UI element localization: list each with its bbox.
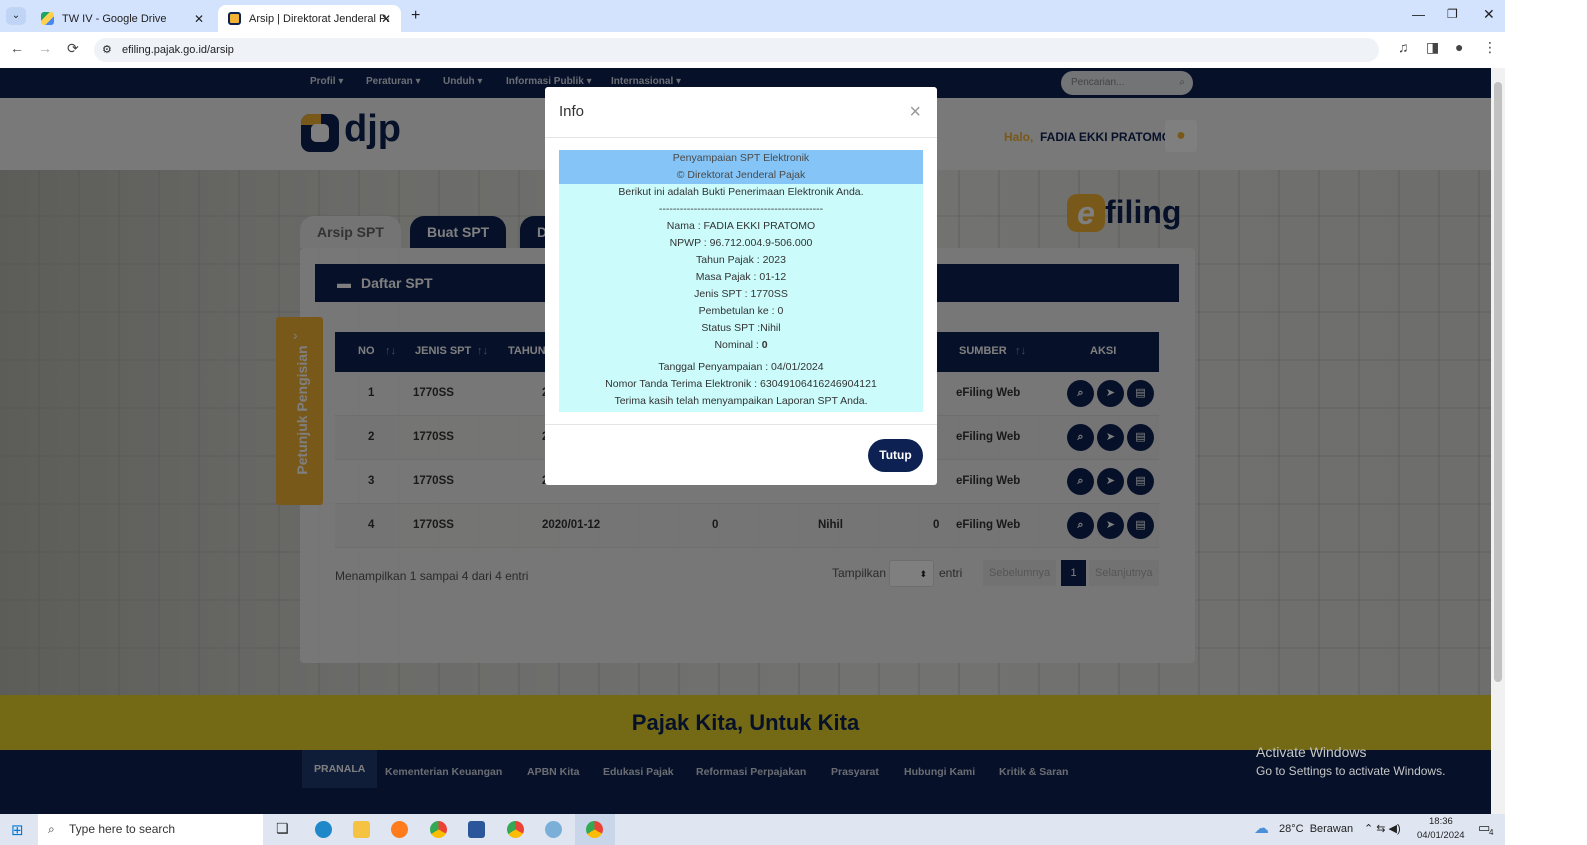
taskbar-search-input[interactable]: ⌕ Type here to search <box>38 814 263 845</box>
nominal-label: Nominal : <box>714 339 762 351</box>
info-modal: Info × Penyampaian SPT Elektronik © Dire… <box>545 87 937 485</box>
receipt-pembetulan: Pembetulan ke : 0 <box>698 305 784 317</box>
new-tab-icon[interactable]: + <box>411 7 420 25</box>
receipt-tahun: Tahun Pajak : 2023 <box>696 254 786 266</box>
tab-arsip[interactable]: Arsip | Direktorat Jenderal Pajak ✕ <box>218 5 401 32</box>
page-content: Profil ▾ Peraturan ▾ Unduh ▾ Informasi P… <box>0 68 1491 814</box>
forward-icon[interactable]: → <box>38 40 52 56</box>
app-icon[interactable] <box>545 821 562 838</box>
task-view-icon[interactable]: ❏ <box>276 820 289 837</box>
watermark-title: Activate Windows <box>1256 744 1367 760</box>
receipt-thanks: Terima kasih telah menyampaikan Laporan … <box>614 395 868 407</box>
address-bar[interactable]: ⚙ efiling.pajak.go.id/arsip <box>94 38 1379 62</box>
close-tab-icon[interactable]: ✕ <box>194 12 204 26</box>
notification-count: 4 <box>1489 828 1494 837</box>
receipt-tanggal: Tanggal Penyampaian : 04/01/2024 <box>658 361 824 373</box>
back-icon[interactable]: ← <box>10 40 24 56</box>
menu-icon[interactable]: ⋮ <box>1483 39 1497 56</box>
tab-title: TW IV - Google Drive <box>62 12 167 25</box>
receipt-npwp: NPWP : 96.712.004.9-506.000 <box>669 237 813 249</box>
receipt-nomor: Nomor Tanda Terima Elektronik : 63049106… <box>605 378 877 390</box>
weather-text[interactable]: 28°C Berawan <box>1279 823 1353 835</box>
djp-favicon-icon <box>228 12 241 25</box>
clock-date[interactable]: 04/01/2024 <box>1417 830 1465 841</box>
receipt-copyright: © Direktorat Jenderal Pajak <box>559 167 923 184</box>
watermark-subtitle: Go to Settings to activate Windows. <box>1256 764 1446 778</box>
windows-start-icon[interactable]: ⊞ <box>11 821 24 839</box>
browser-tab-bar: ⌄ TW IV - Google Drive ✕ Arsip | Direkto… <box>0 0 1505 32</box>
receipt-jenis: Jenis SPT : 1770SS <box>694 288 788 300</box>
firefox-icon[interactable] <box>391 821 408 838</box>
chrome-icon[interactable] <box>430 821 447 838</box>
media-icon[interactable]: ♫ <box>1398 39 1409 55</box>
close-window-icon[interactable]: ✕ <box>1483 6 1495 23</box>
weather-icon[interactable]: ☁ <box>1254 819 1269 837</box>
word-icon[interactable] <box>468 821 485 838</box>
side-panel-icon[interactable]: ◨ <box>1426 39 1439 56</box>
modal-title: Info <box>559 103 585 120</box>
receipt-intro: Berikut ini adalah Bukti Penerimaan Elek… <box>618 186 864 198</box>
url-text: efiling.pajak.go.id/arsip <box>122 44 234 56</box>
receipt-status: Status SPT :Nihil <box>701 322 781 334</box>
edge-icon[interactable] <box>315 821 332 838</box>
file-explorer-icon[interactable] <box>353 821 370 838</box>
receipt-nominal: Nominal : 0 <box>559 337 923 354</box>
system-tray-icons[interactable]: ⌃ ⇆ ◀) <box>1364 822 1401 835</box>
taskbar-search-placeholder: Type here to search <box>69 822 176 836</box>
restore-icon[interactable]: ❐ <box>1447 7 1458 21</box>
search-icon: ⌕ <box>48 822 55 836</box>
nominal-value: 0 <box>761 339 768 351</box>
tab-list-dropdown-icon[interactable]: ⌄ <box>6 7 26 25</box>
clock-time[interactable]: 18:36 <box>1429 816 1453 827</box>
page-scrollbar[interactable] <box>1491 68 1505 814</box>
divider <box>545 137 937 138</box>
receipt-separator: ----------------------------------------… <box>658 203 824 215</box>
tutup-button[interactable]: Tutup <box>868 439 923 472</box>
minimize-icon[interactable]: — <box>1412 7 1425 22</box>
close-icon[interactable]: × <box>909 101 921 124</box>
tab-title: Arsip | Direktorat Jenderal Pajak <box>249 12 389 25</box>
close-tab-icon[interactable]: ✕ <box>381 12 391 26</box>
profile-icon[interactable]: ● <box>1455 39 1463 55</box>
chrome-profile-icon[interactable] <box>507 821 524 838</box>
windows-activation-watermark: Activate Windows Go to Settings to activ… <box>1256 744 1445 778</box>
site-info-icon[interactable]: ⚙ <box>102 38 112 62</box>
scroll-thumb[interactable] <box>1494 82 1502 682</box>
tab-google-drive[interactable]: TW IV - Google Drive ✕ <box>31 5 214 32</box>
divider <box>545 424 937 425</box>
receipt-nama: Nama : FADIA EKKI PRATOMO <box>666 220 816 232</box>
chrome-active-icon[interactable] <box>586 821 603 838</box>
receipt-header: Penyampaian SPT Elektronik <box>559 150 923 167</box>
windows-taskbar: ⊞ ⌕ Type here to search ❏ ☁ 28°C Berawan… <box>0 814 1505 845</box>
receipt-masa: Masa Pajak : 01-12 <box>695 271 787 283</box>
google-drive-icon <box>41 12 54 25</box>
receipt-box: Penyampaian SPT Elektronik © Direktorat … <box>559 150 923 412</box>
reload-icon[interactable]: ⟳ <box>67 40 79 57</box>
